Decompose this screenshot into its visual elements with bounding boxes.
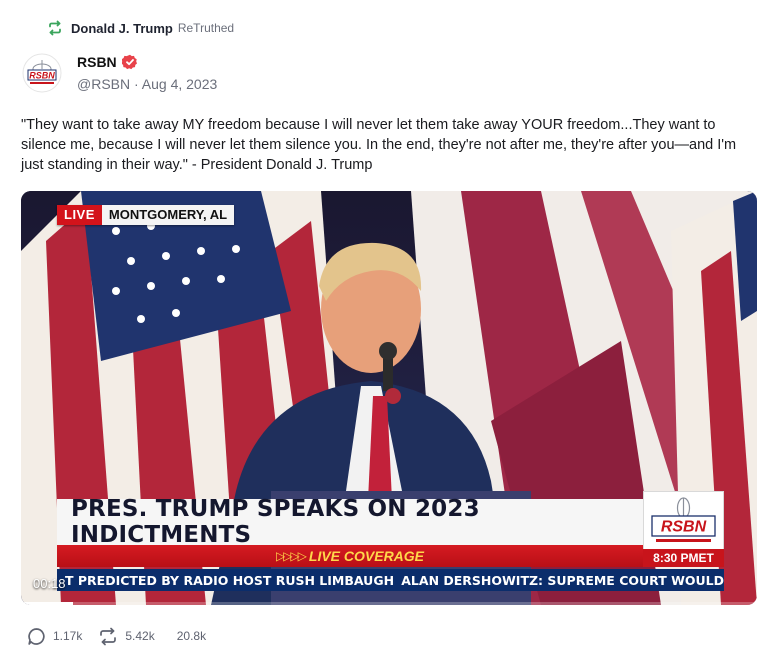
author-handle-date[interactable]: @RSBN · Aug 4, 2023 bbox=[77, 76, 217, 92]
svg-text:RSBN: RSBN bbox=[29, 71, 55, 81]
reply-button[interactable]: 1.17k bbox=[27, 627, 82, 646]
live-label: LIVE bbox=[57, 205, 102, 225]
coverage-bar: ▷▷▷▷ LIVE COVERAGE bbox=[57, 545, 643, 567]
author-name-line: RSBN bbox=[77, 54, 217, 70]
retruth-label: ReTruthed bbox=[177, 21, 235, 35]
verified-badge-icon bbox=[121, 54, 138, 70]
arrows-icon: ▷▷▷▷ bbox=[275, 549, 307, 563]
reply-count: 1.17k bbox=[53, 629, 83, 643]
retruth-header: Donald J. Trump ReTruthed bbox=[47, 19, 234, 37]
reply-icon bbox=[28, 627, 45, 645]
live-badge: LIVE MONTGOMERY, AL bbox=[57, 205, 235, 225]
truth-post: Donald J. Trump ReTruthed RSBN RSBN @RSB… bbox=[0, 0, 778, 668]
news-ticker: T PREDICTED BY RADIO HOST RUSH LIMBAUGH … bbox=[57, 569, 724, 591]
author-info: RSBN @RSBN · Aug 4, 2023 bbox=[77, 52, 217, 94]
post-text: "They want to take away MY freedom becau… bbox=[21, 117, 737, 173]
location-label: MONTGOMERY, AL bbox=[101, 205, 235, 225]
author-row: RSBN RSBN @RSBN · Aug 4, 2023 bbox=[21, 52, 217, 94]
retruth-icon bbox=[100, 627, 117, 645]
video-progress-track[interactable] bbox=[21, 602, 757, 605]
ticker-item-right: ALAN DERSHOWITZ: SUPREME COURT WOULD bbox=[401, 572, 724, 588]
video-timestamp: 00:18 bbox=[33, 576, 66, 591]
avatar[interactable]: RSBN bbox=[21, 52, 63, 94]
logo-time: 8:30 PMET bbox=[643, 549, 724, 567]
like-count: 20.8k bbox=[176, 629, 207, 643]
video-progress-fill bbox=[21, 602, 73, 605]
like-button[interactable]: 20.8k bbox=[177, 629, 206, 643]
retruth-user-name[interactable]: Donald J. Trump bbox=[71, 21, 173, 36]
logo-text: RSBN bbox=[661, 519, 707, 536]
headline-banner: PRES. TRUMP SPEAKS ON 2023 INDICTMENTS bbox=[57, 496, 643, 548]
coverage-label: LIVE COVERAGE bbox=[308, 548, 425, 564]
post-actions: 1.17k 5.42k 20.8k bbox=[27, 625, 206, 647]
ticker-item-left: T PREDICTED BY RADIO HOST RUSH LIMBAUGH bbox=[65, 572, 395, 588]
retruth-icon bbox=[47, 20, 63, 36]
rsbn-logo: RSBN bbox=[22, 53, 62, 93]
retruth-count: 5.42k bbox=[125, 629, 155, 643]
video-player[interactable]: LIVE MONTGOMERY, AL PRES. TRUMP SPEAKS O… bbox=[21, 191, 757, 605]
retruth-button[interactable]: 5.42k bbox=[98, 627, 155, 646]
author-name[interactable]: RSBN bbox=[77, 54, 117, 70]
